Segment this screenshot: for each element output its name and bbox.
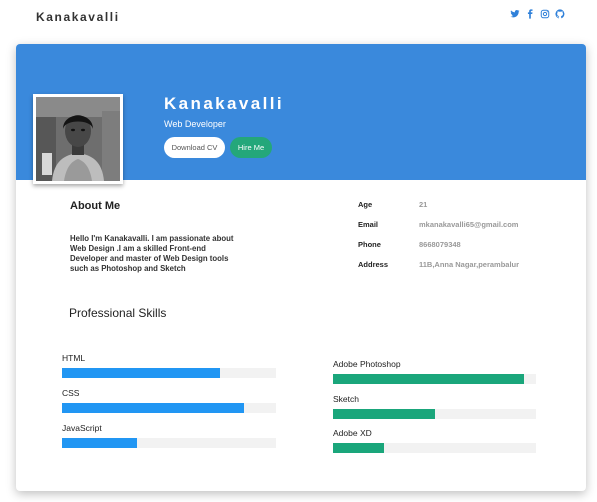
skill-bar-fill — [333, 443, 384, 453]
skill-label: CSS — [62, 388, 80, 398]
download-cv-button[interactable]: Download CV — [164, 137, 225, 158]
skill-adobe-xd: Adobe XD — [333, 428, 547, 454]
skill-label: HTML — [62, 353, 86, 363]
skill-html: HTML — [62, 353, 276, 379]
social-links — [510, 9, 565, 19]
info-row-address: Address 11B,Anna Nagar,perambalur — [358, 260, 558, 272]
profile-photo — [33, 94, 123, 184]
skill-bar-track — [333, 374, 536, 384]
info-row-age: Age 21 — [358, 200, 558, 212]
hire-me-button[interactable]: Hire Me — [230, 137, 272, 158]
skill-sketch: Sketch — [333, 394, 547, 420]
about-title: About Me — [70, 200, 121, 212]
twitter-icon[interactable] — [510, 9, 520, 19]
instagram-icon[interactable] — [540, 9, 550, 19]
skill-css: CSS — [62, 388, 276, 414]
profile-role: Web Developer — [164, 119, 226, 129]
skill-label: Sketch — [333, 394, 359, 404]
skill-label: Adobe XD — [333, 428, 372, 438]
skill-bar-fill — [333, 374, 524, 384]
profile-card: Kanakavalli Web Developer Download CV Hi… — [16, 44, 586, 491]
skill-adobe-photoshop: Adobe Photoshop — [333, 359, 547, 385]
profile-name: Kanakavalli — [164, 94, 284, 113]
skill-bar-fill — [62, 368, 221, 378]
info-value: mkanakavalli65@gmail.com — [419, 220, 519, 229]
info-value: 21 — [419, 200, 428, 209]
brand-logo[interactable]: Kanakavalli — [36, 10, 120, 24]
skill-bar-fill — [333, 409, 435, 419]
about-text: Hello I'm Kanakavalli. I am passionate a… — [70, 234, 234, 273]
info-row-email: Email mkanakavalli65@gmail.com — [358, 220, 558, 232]
info-value: 8668079348 — [419, 240, 461, 249]
skill-bar-fill — [62, 403, 244, 413]
skill-label: Adobe Photoshop — [333, 359, 401, 369]
skill-bar-track — [333, 409, 536, 419]
info-label: Address — [358, 260, 389, 269]
skill-bar-fill — [62, 438, 137, 448]
info-row-phone: Phone 8668079348 — [358, 240, 558, 252]
top-navbar: Kanakavalli — [0, 0, 597, 34]
info-label: Email — [358, 220, 379, 229]
skill-bar-track — [333, 443, 536, 453]
info-label: Age — [358, 200, 373, 209]
skill-bar-track — [62, 438, 276, 448]
github-icon[interactable] — [555, 9, 565, 19]
skill-bar-track — [62, 403, 276, 413]
skill-label: JavaScript — [62, 423, 102, 433]
info-label: Phone — [358, 240, 381, 249]
facebook-icon[interactable] — [525, 9, 535, 19]
info-value: 11B,Anna Nagar,perambalur — [419, 260, 520, 269]
skills-title: Professional Skills — [69, 306, 167, 320]
skill-javascript: JavaScript — [62, 423, 276, 449]
skill-bar-track — [62, 368, 276, 378]
